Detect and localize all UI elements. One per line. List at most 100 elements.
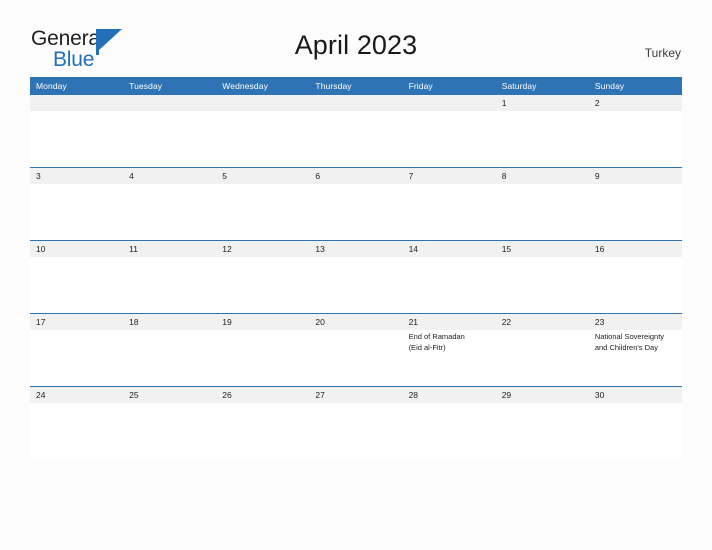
day-number-band: 28 xyxy=(402,387,496,403)
day-number-band: 1 xyxy=(495,95,589,111)
day-cell-inner xyxy=(309,95,403,167)
day-cell-inner: 12 xyxy=(216,241,310,313)
calendar-day-cell[interactable]: 19 xyxy=(216,313,310,387)
calendar-day-cell[interactable]: 5 xyxy=(216,167,310,241)
calendar-day-cell[interactable]: 28 xyxy=(402,386,496,459)
day-cell-inner: 26 xyxy=(216,387,310,459)
day-number-band: 11 xyxy=(123,241,217,257)
calendar-day-cell[interactable]: 24 xyxy=(30,386,124,459)
day-number: 4 xyxy=(129,171,134,181)
day-number-band: 5 xyxy=(216,168,310,184)
day-cell-inner: 21 End of Ramadan (Eid al-Fitr) xyxy=(402,314,496,386)
holiday-label: End of Ramadan xyxy=(408,332,465,341)
day-number-band: 22 xyxy=(495,314,589,330)
day-cell-inner: 9 xyxy=(588,168,682,240)
calendar-day-cell[interactable]: 25 xyxy=(123,386,217,459)
day-number: 21 xyxy=(408,317,419,327)
weekday-header-thursday: Thursday xyxy=(309,77,403,95)
day-number: 23 xyxy=(594,317,605,327)
calendar-empty-cell xyxy=(30,95,124,168)
day-cell-inner: 11 xyxy=(123,241,217,313)
country-label: Turkey xyxy=(644,46,681,60)
day-number: 17 xyxy=(36,317,46,327)
day-number-band: 25 xyxy=(123,387,217,403)
day-number-band: 6 xyxy=(309,168,403,184)
day-number-band: 18 xyxy=(123,314,217,330)
calendar-day-cell[interactable]: 27 xyxy=(309,386,403,459)
calendar-empty-cell xyxy=(309,95,403,168)
day-number-band: 13 xyxy=(309,241,403,257)
calendar-day-cell[interactable]: 3 xyxy=(30,167,124,241)
day-cell-inner: 17 xyxy=(30,314,124,386)
day-number-band: 2 xyxy=(588,95,682,111)
day-cell-inner: 24 xyxy=(30,387,124,459)
day-number-band: 15 xyxy=(495,241,589,257)
day-cell-inner xyxy=(123,95,217,167)
calendar-day-cell[interactable]: 15 xyxy=(495,240,589,314)
day-events: National Sovereignty and Children's Day xyxy=(589,330,682,353)
calendar-day-cell[interactable]: 20 xyxy=(309,313,403,387)
day-number-band: 9 xyxy=(588,168,682,184)
day-cell-inner: 4 xyxy=(123,168,217,240)
calendar-day-cell[interactable]: 18 xyxy=(123,313,217,387)
day-number: 29 xyxy=(501,390,512,400)
day-cell-inner: 28 xyxy=(402,387,496,459)
calendar-week-row: 10 11 12 13 14 15 16 xyxy=(30,240,682,314)
day-cell-inner: 2 xyxy=(588,95,682,167)
day-number-band: 10 xyxy=(30,241,124,257)
day-number: 7 xyxy=(408,171,414,181)
calendar-day-cell[interactable]: 22 xyxy=(495,313,589,387)
calendar-day-cell[interactable]: 2 xyxy=(588,95,682,168)
day-number: 10 xyxy=(36,244,46,254)
calendar-day-cell[interactable]: 4 xyxy=(123,167,217,241)
day-number: 28 xyxy=(408,390,419,400)
calendar-day-cell[interactable]: 21 End of Ramadan (Eid al-Fitr) xyxy=(402,313,496,387)
calendar-week-row: 3 4 5 6 7 8 9 xyxy=(30,167,682,241)
calendar-day-cell[interactable]: 7 xyxy=(402,167,496,241)
day-cell-inner: 27 xyxy=(309,387,403,459)
day-cell-inner: 30 xyxy=(588,387,682,459)
calendar-day-cell[interactable]: 8 xyxy=(495,167,589,241)
day-number: 30 xyxy=(594,390,605,400)
calendar-day-cell[interactable]: 14 xyxy=(402,240,496,314)
day-number: 5 xyxy=(222,171,228,181)
day-cell-inner: 23 National Sovereignty and Children's Da… xyxy=(588,314,682,386)
day-number: 22 xyxy=(501,317,512,327)
day-number-band: 14 xyxy=(402,241,496,257)
day-cell-inner: 19 xyxy=(216,314,310,386)
weekday-header-sunday: Sunday xyxy=(588,77,682,95)
calendar-day-cell[interactable]: 9 xyxy=(588,167,682,241)
calendar-table: Monday Tuesday Wednesday Thursday Friday… xyxy=(30,77,682,459)
calendar-day-cell[interactable]: 10 xyxy=(30,240,124,314)
day-cell-inner: 15 xyxy=(495,241,589,313)
calendar-day-cell[interactable]: 16 xyxy=(588,240,682,314)
day-cell-inner xyxy=(216,95,310,167)
day-number-band: 16 xyxy=(588,241,682,257)
day-number-band: 27 xyxy=(309,387,403,403)
day-number: 13 xyxy=(315,244,325,254)
day-cell-inner: 25 xyxy=(123,387,217,459)
day-number-band: 30 xyxy=(588,387,682,403)
day-cell-inner xyxy=(30,95,124,167)
calendar-day-cell[interactable]: 1 xyxy=(495,95,589,168)
calendar-day-cell[interactable]: 12 xyxy=(216,240,310,314)
day-number-band xyxy=(123,95,217,111)
calendar-week-row: 17 18 19 20 21 End of Ramadan (Eid al-Fitr) 22 2… xyxy=(30,313,682,387)
weekday-header-wednesday: Wednesday xyxy=(216,77,310,95)
calendar-day-cell[interactable]: 11 xyxy=(123,240,217,314)
calendar-day-cell[interactable]: 30 xyxy=(588,386,682,459)
calendar-day-cell[interactable]: 29 xyxy=(495,386,589,459)
calendar-day-cell[interactable]: 17 xyxy=(30,313,124,387)
calendar-day-cell[interactable]: 13 xyxy=(309,240,403,314)
day-cell-inner: 18 xyxy=(123,314,217,386)
day-number: 15 xyxy=(501,244,512,254)
day-number: 14 xyxy=(408,244,419,254)
day-events: End of Ramadan (Eid al-Fitr) xyxy=(403,330,496,353)
day-number: 18 xyxy=(129,317,139,327)
calendar-day-cell[interactable]: 26 xyxy=(216,386,310,459)
calendar-day-cell[interactable]: 23 National Sovereignty and Children's Da… xyxy=(588,313,682,387)
day-cell-inner: 6 xyxy=(309,168,403,240)
holiday-label: (Eid al-Fitr) xyxy=(408,342,446,352)
day-number: 26 xyxy=(222,390,232,400)
calendar-day-cell[interactable]: 6 xyxy=(309,167,403,241)
